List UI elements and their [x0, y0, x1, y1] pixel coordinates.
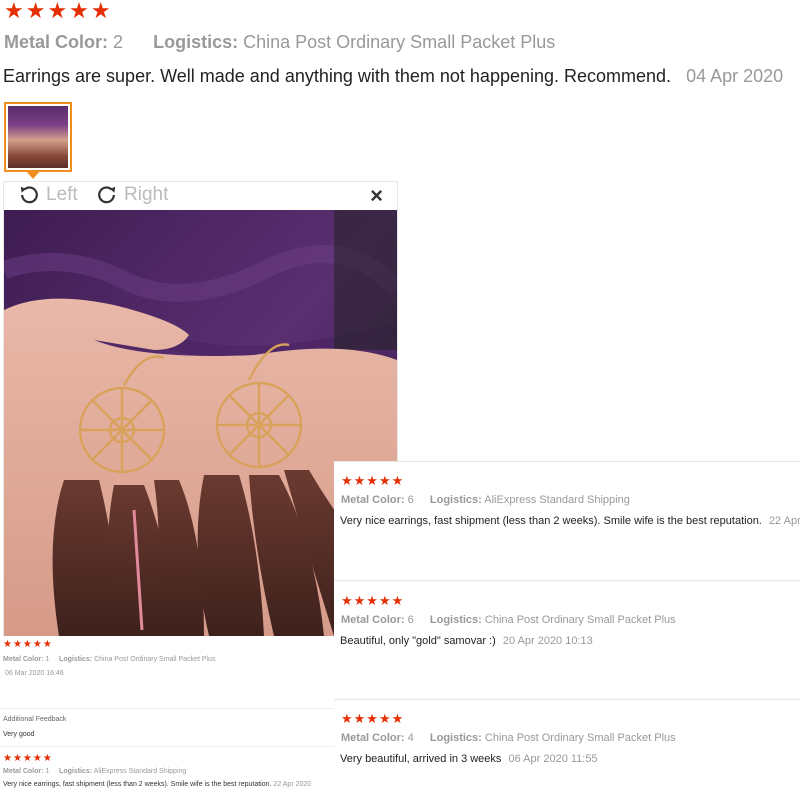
review-text: Very beautiful, arrived in 3 weeks 06 Ap…: [340, 753, 598, 765]
logistics-label: Logistics:: [429, 732, 482, 744]
star-rating: ★★★★★: [341, 711, 405, 726]
star-rating: ★★★★★: [3, 753, 53, 764]
metal-color-label: Metal Color:: [341, 732, 405, 744]
review-meta: Metal Color: 4 Logistics: China Post Ord…: [341, 732, 676, 744]
viewer-toolbar: Left Right ×: [4, 182, 397, 210]
logistics-value: China Post Ordinary Small Packet Plus: [243, 32, 556, 52]
metal-color-label: Metal Color:: [3, 768, 44, 775]
thumbnail-image: [8, 106, 68, 168]
additional-feedback-title: Additional Feedback: [3, 716, 67, 723]
additional-feedback-text: Very good: [3, 731, 35, 738]
logistics-label: Logistics:: [59, 768, 93, 775]
rotate-right-button[interactable]: Right: [96, 184, 168, 206]
metal-color-value: 1: [45, 656, 50, 663]
thumbnail-pointer-arrow: [25, 170, 41, 179]
metal-color-value: 4: [407, 732, 414, 744]
star-rating: ★★★★★: [4, 0, 113, 23]
list-item: ★★★★★ Metal Color: 1 Logistics: AliExpre…: [3, 753, 311, 789]
close-icon[interactable]: ×: [370, 185, 383, 207]
review-meta: Metal Color: 1 Logistics: AliExpress Sta…: [3, 768, 186, 775]
star-rating: ★★★★★: [341, 593, 405, 608]
rotate-left-label: Left: [46, 184, 78, 205]
review-date: 22 Apr 2020: [273, 781, 312, 788]
divider: [334, 580, 800, 581]
review-meta: Metal Color: 6 Logistics: China Post Ord…: [341, 614, 676, 626]
review-text: Beautiful, only "gold" samovar :) 20 Apr…: [340, 635, 593, 647]
review-body: Very nice earrings, fast shipment (less …: [3, 781, 272, 788]
logistics-value: China Post Ordinary Small Packet Plus: [484, 614, 676, 626]
logistics-label: Logistics:: [153, 32, 239, 52]
review-body: Earrings are super. Well made and anythi…: [3, 66, 672, 86]
rotate-left-icon: [20, 186, 38, 204]
logistics-value: China Post Ordinary Small Packet Plus: [484, 732, 676, 744]
rotate-left-button[interactable]: Left: [18, 184, 78, 206]
left-review-list: ★★★★★ Metal Color: 1 Logistics: China Po…: [0, 636, 334, 800]
logistics-value: AliExpress Standard Shipping: [93, 768, 187, 775]
star-rating: ★★★★★: [341, 473, 405, 488]
review-text: Very nice earrings, fast shipment (less …: [3, 781, 311, 788]
divider: [334, 699, 800, 700]
logistics-value: China Post Ordinary Small Packet Plus: [94, 656, 216, 663]
rotate-right-label: Right: [124, 184, 169, 205]
review-meta: Metal Color: 2 Logistics: China Post Ord…: [4, 32, 555, 53]
review-date: 22 Apr: [768, 515, 800, 527]
list-item: ★★★★★ Metal Color: 1 Logistics: China Po…: [3, 639, 215, 678]
logistics-label: Logistics:: [59, 656, 93, 663]
review-date: 20 Apr 2020 10:13: [502, 635, 593, 647]
additional-feedback: Additional Feedback Very good: [3, 716, 67, 738]
review-meta: Metal Color: 6 Logistics: AliExpress Sta…: [341, 494, 630, 506]
review-photo-thumbnail[interactable]: [4, 102, 72, 172]
review-body: Very beautiful, arrived in 3 weeks: [340, 753, 502, 765]
review-text: Earrings are super. Well made and anythi…: [3, 66, 783, 87]
top-review: ★★★★★ Metal Color: 2 Logistics: China Po…: [0, 0, 800, 180]
metal-color-value: 1: [45, 768, 50, 775]
logistics-value: AliExpress Standard Shipping: [484, 494, 630, 506]
metal-color-label: Metal Color:: [341, 494, 405, 506]
metal-color-label: Metal Color:: [4, 32, 109, 52]
review-date: 06 Mar 2020 16:46: [5, 670, 64, 677]
review-date: 06 Apr 2020 11:55: [508, 753, 598, 765]
review-body: Very nice earrings, fast shipment (less …: [340, 515, 762, 527]
logistics-label: Logistics:: [429, 614, 482, 626]
right-review-list: ★★★★★ Metal Color: 6 Logistics: AliExpre…: [334, 461, 800, 800]
rotate-right-icon: [98, 186, 116, 204]
logistics-label: Logistics:: [429, 494, 482, 506]
star-rating: ★★★★★: [3, 639, 53, 650]
review-date: 04 Apr 2020: [686, 66, 784, 86]
metal-color-label: Metal Color:: [3, 656, 44, 663]
metal-color-value: 2: [113, 32, 124, 52]
metal-color-value: 6: [407, 494, 414, 506]
metal-color-value: 6: [407, 614, 414, 626]
divider: [0, 708, 334, 709]
review-meta: Metal Color: 1 Logistics: China Post Ord…: [3, 656, 215, 663]
metal-color-label: Metal Color:: [341, 614, 405, 626]
review-text: Very nice earrings, fast shipment (less …: [340, 515, 800, 527]
review-body: Beautiful, only "gold" samovar :): [340, 635, 496, 647]
divider: [0, 746, 334, 747]
